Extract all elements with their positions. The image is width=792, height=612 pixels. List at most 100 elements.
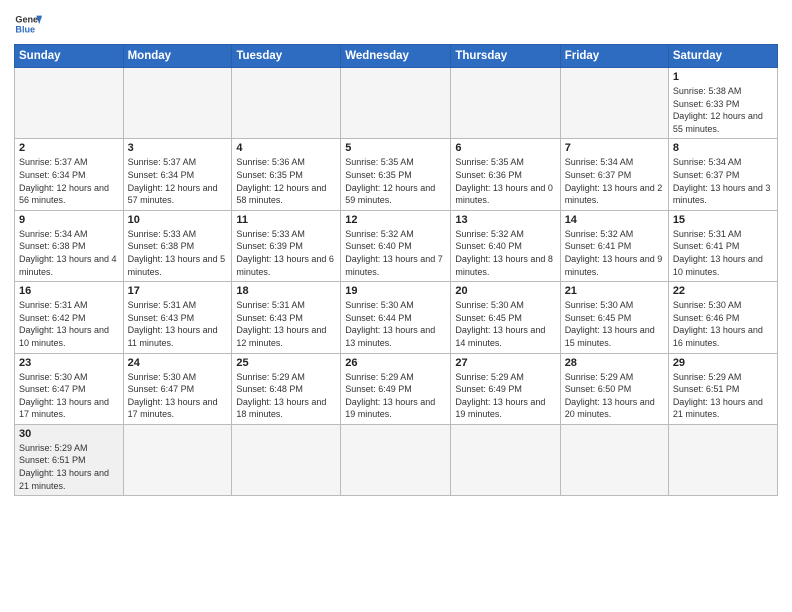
day-number: 25: [236, 357, 336, 369]
calendar-cell: 7Sunrise: 5:34 AM Sunset: 6:37 PM Daylig…: [560, 139, 668, 210]
day-info: Sunrise: 5:37 AM Sunset: 6:34 PM Dayligh…: [128, 156, 228, 206]
calendar-cell: [560, 68, 668, 139]
calendar-cell: 25 Sunrise: 5:29 AM Sunset: 6:48 PM Dayli…: [232, 353, 341, 424]
day-number: 3: [128, 142, 228, 154]
day-number: 10: [128, 214, 228, 226]
day-info: Sunrise: 5:31 AM Sunset: 6:43 PM Dayligh…: [128, 299, 228, 349]
day-info: Sunrise: 5:29 AM Sunset: 6:51 PM Dayligh…: [673, 371, 773, 421]
calendar-week-row: 2 Sunrise: 5:37 AM Sunset: 6:34 PM Daylig…: [15, 139, 778, 210]
calendar-cell: 18Sunrise: 5:31 AM Sunset: 6:43 PM Dayli…: [232, 282, 341, 353]
calendar-cell: 19Sunrise: 5:30 AM Sunset: 6:44 PM Dayli…: [341, 282, 451, 353]
day-number: 6: [455, 142, 555, 154]
calendar-cell: 17Sunrise: 5:31 AM Sunset: 6:43 PM Dayli…: [123, 282, 232, 353]
day-info: Sunrise: 5:38 AM Sunset: 6:33 PM Dayligh…: [673, 85, 773, 135]
calendar-cell: 29 Sunrise: 5:29 AM Sunset: 6:51 PM Dayli…: [668, 353, 777, 424]
calendar-cell: [451, 68, 560, 139]
day-info: Sunrise: 5:34 AM Sunset: 6:37 PM Dayligh…: [673, 156, 773, 206]
day-info: Sunrise: 5:33 AM Sunset: 6:38 PM Dayligh…: [128, 228, 228, 278]
calendar-cell: 3 Sunrise: 5:37 AM Sunset: 6:34 PM Daylig…: [123, 139, 232, 210]
day-number: 13: [455, 214, 555, 226]
calendar-week-row: 23 Sunrise: 5:30 AM Sunset: 6:47 PM Dayli…: [15, 353, 778, 424]
calendar-cell: [232, 68, 341, 139]
day-info: Sunrise: 5:36 AM Sunset: 6:35 PM Dayligh…: [236, 156, 336, 206]
generalblue-logo-icon: General Blue: [14, 10, 42, 38]
calendar-week-row: 16 Sunrise: 5:31 AM Sunset: 6:42 PM Dayli…: [15, 282, 778, 353]
calendar-cell: 26 Sunrise: 5:29 AM Sunset: 6:49 PM Dayli…: [341, 353, 451, 424]
calendar-cell: 9Sunrise: 5:34 AM Sunset: 6:38 PM Daylig…: [15, 210, 124, 281]
day-number: 9: [19, 214, 119, 226]
calendar-cell: 14Sunrise: 5:32 AM Sunset: 6:41 PM Dayli…: [560, 210, 668, 281]
day-info: Sunrise: 5:29 AM Sunset: 6:48 PM Dayligh…: [236, 371, 336, 421]
weekday-header-thursday: Thursday: [451, 45, 560, 68]
day-info: Sunrise: 5:35 AM Sunset: 6:35 PM Dayligh…: [345, 156, 446, 206]
calendar-cell: 23Sunrise: 5:30 AM Sunset: 6:47 PM Dayli…: [15, 353, 124, 424]
day-number: 16: [19, 285, 119, 297]
day-info: Sunrise: 5:31 AM Sunset: 6:42 PM Dayligh…: [19, 299, 119, 349]
day-info: Sunrise: 5:31 AM Sunset: 6:41 PM Dayligh…: [673, 228, 773, 278]
day-number: 29: [673, 357, 773, 369]
day-info: Sunrise: 5:29 AM Sunset: 6:49 PM Dayligh…: [345, 371, 446, 421]
calendar-cell: [560, 424, 668, 495]
weekday-header-wednesday: Wednesday: [341, 45, 451, 68]
day-info: Sunrise: 5:34 AM Sunset: 6:37 PM Dayligh…: [565, 156, 664, 206]
calendar-cell: 4 Sunrise: 5:36 AM Sunset: 6:35 PM Daylig…: [232, 139, 341, 210]
day-info: Sunrise: 5:30 AM Sunset: 6:47 PM Dayligh…: [128, 371, 228, 421]
day-number: 22: [673, 285, 773, 297]
calendar-cell: 5 Sunrise: 5:35 AM Sunset: 6:35 PM Daylig…: [341, 139, 451, 210]
day-number: 15: [673, 214, 773, 226]
day-number: 26: [345, 357, 446, 369]
page: General Blue SundayMondayTuesdayWednesda…: [0, 0, 792, 612]
calendar-cell: 30Sunrise: 5:29 AM Sunset: 6:51 PM Dayli…: [15, 424, 124, 495]
day-info: Sunrise: 5:32 AM Sunset: 6:40 PM Dayligh…: [455, 228, 555, 278]
calendar-cell: [232, 424, 341, 495]
day-info: Sunrise: 5:31 AM Sunset: 6:43 PM Dayligh…: [236, 299, 336, 349]
day-number: 1: [673, 71, 773, 83]
calendar-table: SundayMondayTuesdayWednesdayThursdayFrid…: [14, 44, 778, 496]
day-info: Sunrise: 5:29 AM Sunset: 6:50 PM Dayligh…: [565, 371, 664, 421]
calendar-cell: 8Sunrise: 5:34 AM Sunset: 6:37 PM Daylig…: [668, 139, 777, 210]
calendar-cell: 21 Sunrise: 5:30 AM Sunset: 6:45 PM Dayli…: [560, 282, 668, 353]
day-number: 11: [236, 214, 336, 226]
calendar-cell: [341, 68, 451, 139]
calendar-cell: 28 Sunrise: 5:29 AM Sunset: 6:50 PM Dayli…: [560, 353, 668, 424]
day-number: 24: [128, 357, 228, 369]
calendar-cell: 6 Sunrise: 5:35 AM Sunset: 6:36 PM Daylig…: [451, 139, 560, 210]
calendar-cell: [15, 68, 124, 139]
calendar-cell: 16 Sunrise: 5:31 AM Sunset: 6:42 PM Dayli…: [15, 282, 124, 353]
day-number: 28: [565, 357, 664, 369]
day-number: 12: [345, 214, 446, 226]
weekday-header-saturday: Saturday: [668, 45, 777, 68]
day-number: 14: [565, 214, 664, 226]
calendar-cell: 10 Sunrise: 5:33 AM Sunset: 6:38 PM Dayli…: [123, 210, 232, 281]
day-info: Sunrise: 5:30 AM Sunset: 6:45 PM Dayligh…: [565, 299, 664, 349]
calendar-cell: [341, 424, 451, 495]
day-info: Sunrise: 5:29 AM Sunset: 6:51 PM Dayligh…: [19, 442, 119, 492]
day-number: 2: [19, 142, 119, 154]
day-info: Sunrise: 5:35 AM Sunset: 6:36 PM Dayligh…: [455, 156, 555, 206]
calendar-cell: 12 Sunrise: 5:32 AM Sunset: 6:40 PM Dayli…: [341, 210, 451, 281]
calendar-week-row: 1 Sunrise: 5:38 AM Sunset: 6:33 PM Daylig…: [15, 68, 778, 139]
calendar-cell: [123, 424, 232, 495]
calendar-cell: 15 Sunrise: 5:31 AM Sunset: 6:41 PM Dayli…: [668, 210, 777, 281]
logo: General Blue: [14, 10, 42, 38]
day-number: 4: [236, 142, 336, 154]
calendar-cell: [123, 68, 232, 139]
calendar-cell: 20Sunrise: 5:30 AM Sunset: 6:45 PM Dayli…: [451, 282, 560, 353]
day-number: 19: [345, 285, 446, 297]
calendar-cell: 22 Sunrise: 5:30 AM Sunset: 6:46 PM Dayli…: [668, 282, 777, 353]
day-number: 5: [345, 142, 446, 154]
day-info: Sunrise: 5:32 AM Sunset: 6:40 PM Dayligh…: [345, 228, 446, 278]
calendar-cell: 1 Sunrise: 5:38 AM Sunset: 6:33 PM Daylig…: [668, 68, 777, 139]
calendar-week-row: 30Sunrise: 5:29 AM Sunset: 6:51 PM Dayli…: [15, 424, 778, 495]
weekday-header-sunday: Sunday: [15, 45, 124, 68]
day-number: 21: [565, 285, 664, 297]
weekday-header-monday: Monday: [123, 45, 232, 68]
day-info: Sunrise: 5:33 AM Sunset: 6:39 PM Dayligh…: [236, 228, 336, 278]
day-info: Sunrise: 5:29 AM Sunset: 6:49 PM Dayligh…: [455, 371, 555, 421]
svg-text:Blue: Blue: [15, 24, 35, 34]
day-info: Sunrise: 5:30 AM Sunset: 6:46 PM Dayligh…: [673, 299, 773, 349]
day-number: 27: [455, 357, 555, 369]
day-number: 23: [19, 357, 119, 369]
day-info: Sunrise: 5:37 AM Sunset: 6:34 PM Dayligh…: [19, 156, 119, 206]
weekday-header-row: SundayMondayTuesdayWednesdayThursdayFrid…: [15, 45, 778, 68]
